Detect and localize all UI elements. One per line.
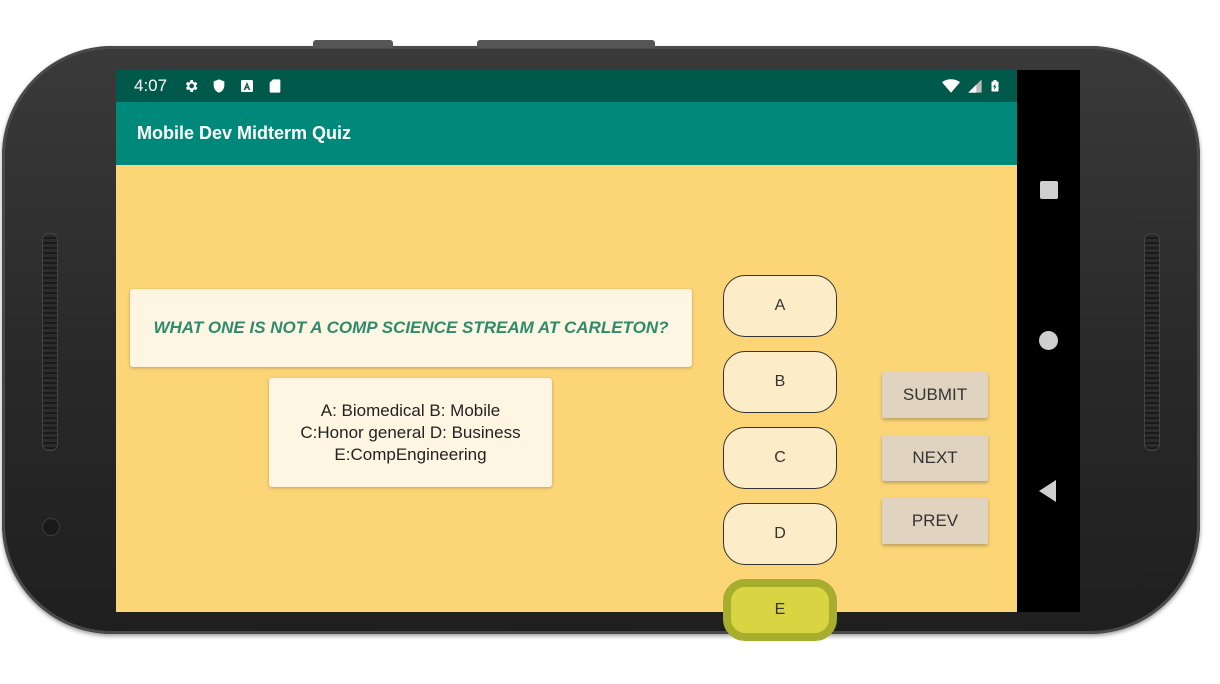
left-speaker-grille — [42, 233, 58, 451]
options-line: E:CompEngineering — [334, 444, 487, 464]
answer-e-button[interactable]: E — [723, 579, 837, 641]
options-line: C:Honor general D: Business — [300, 422, 521, 442]
right-speaker-grille — [1144, 233, 1160, 451]
gear-icon — [186, 80, 198, 92]
options-card: A: Biomedical B: Mobile C:Honor general … — [269, 378, 552, 487]
answer-d-button[interactable]: D — [723, 503, 837, 565]
wifi-icon — [942, 79, 960, 93]
volume-button — [313, 40, 393, 48]
status-bar: 4:07 — [116, 70, 1017, 102]
submit-button[interactable]: SUBMIT — [882, 372, 988, 418]
answer-a-button[interactable]: A — [723, 275, 837, 337]
front-camera — [42, 518, 60, 536]
navigation-bar — [1017, 70, 1080, 612]
device-screen: 4:07 Mobile Dev Midterm Quiz WHAT ONE IS… — [116, 70, 1080, 641]
question-text: WHAT ONE IS NOT A COMP SCIENCE STREAM AT… — [153, 318, 669, 337]
options-line: A: Biomedical B: Mobile — [320, 400, 501, 420]
battery-icon — [991, 80, 999, 92]
question-card: WHAT ONE IS NOT A COMP SCIENCE STREAM AT… — [130, 289, 692, 367]
a-badge-icon — [241, 80, 254, 92]
prev-button[interactable]: PREV — [882, 498, 988, 544]
back-icon[interactable] — [1039, 480, 1056, 502]
app-bar: Mobile Dev Midterm Quiz — [116, 102, 1017, 165]
answer-c-button[interactable]: C — [723, 427, 837, 489]
home-icon[interactable] — [1039, 331, 1058, 350]
recents-icon[interactable] — [1040, 181, 1058, 199]
next-button[interactable]: NEXT — [882, 435, 988, 481]
status-time: 4:07 — [134, 76, 168, 95]
app-title: Mobile Dev Midterm Quiz — [137, 123, 352, 143]
shield-icon — [213, 79, 225, 93]
quiz-content: WHAT ONE IS NOT A COMP SCIENCE STREAM AT… — [116, 165, 1017, 641]
power-button — [477, 40, 655, 48]
answer-b-button[interactable]: B — [723, 351, 837, 413]
signal-icon — [968, 79, 982, 93]
sd-card-icon — [269, 79, 281, 93]
